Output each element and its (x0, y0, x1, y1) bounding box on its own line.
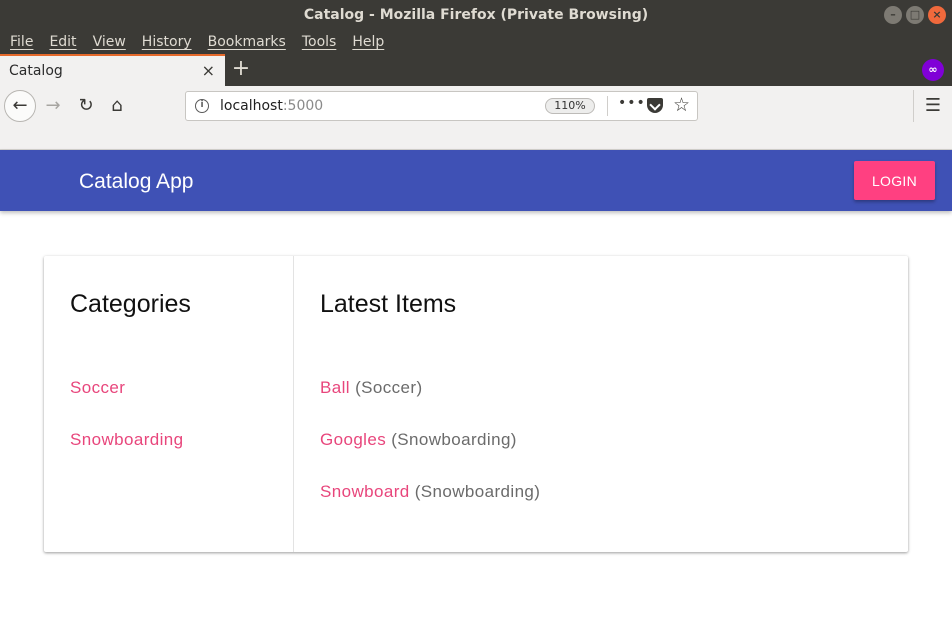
app-title[interactable]: Catalog App (79, 150, 193, 213)
list-item: Snowboard (Snowboarding) (320, 482, 540, 534)
maximize-button[interactable]: □ (906, 6, 924, 24)
page-actions-icon[interactable]: ••• (618, 95, 646, 111)
item-category: (Snowboarding) (391, 430, 517, 449)
private-browsing-icon: ∞ (922, 59, 944, 81)
url-bar[interactable]: i localhost:5000 110% ••• ☆ (185, 91, 698, 121)
minimize-button[interactable]: – (884, 6, 902, 24)
window-controls: – □ × (884, 6, 946, 24)
list-item: Ball (Soccer) (320, 378, 540, 430)
zoom-level-badge[interactable]: 110% (545, 98, 595, 114)
latest-items-list: Ball (Soccer) Googles (Snowboarding) Sno… (320, 378, 540, 534)
toolbar-divider (913, 90, 914, 122)
menu-help[interactable]: Help (344, 30, 392, 54)
categories-list: Soccer Snowboarding (70, 378, 184, 482)
categories-heading: Categories (70, 290, 191, 318)
menu-view[interactable]: View (85, 30, 134, 54)
navigation-toolbar: ← → ↻ ⌂ i localhost:5000 110% ••• ☆ ☰ (0, 86, 952, 150)
latest-items-heading: Latest Items (320, 290, 457, 318)
list-item: Googles (Snowboarding) (320, 430, 540, 482)
home-button[interactable]: ⌂ (102, 91, 132, 121)
item-link-googles[interactable]: Googles (320, 430, 386, 449)
menu-file[interactable]: File (2, 30, 41, 54)
url-port: :5000 (282, 98, 324, 114)
bookmark-star-icon[interactable]: ☆ (673, 93, 690, 117)
pocket-icon[interactable] (647, 98, 663, 113)
tab-strip: Catalog × + ∞ (0, 54, 952, 86)
item-link-ball[interactable]: Ball (320, 378, 350, 397)
urlbar-divider (607, 96, 608, 116)
window-title: Catalog - Mozilla Firefox (Private Brows… (303, 7, 649, 23)
menu-tools[interactable]: Tools (294, 30, 345, 54)
menu-history[interactable]: History (134, 30, 200, 54)
url-host: localhost (220, 98, 283, 114)
menu-bar: File Edit View History Bookmarks Tools H… (0, 30, 952, 54)
tab-catalog[interactable]: Catalog × (0, 54, 225, 86)
list-item: Soccer (70, 378, 184, 430)
tab-label: Catalog (9, 63, 63, 79)
login-button[interactable]: LOGIN (854, 161, 935, 200)
catalog-card: Categories Soccer Snowboarding Latest It… (44, 256, 908, 552)
hamburger-menu-icon[interactable]: ☰ (920, 91, 946, 121)
back-button[interactable]: ← (4, 90, 36, 122)
forward-button[interactable]: → (38, 91, 68, 121)
menu-edit[interactable]: Edit (41, 30, 84, 54)
latest-items-panel: Latest Items Ball (Soccer) Googles (Snow… (294, 256, 908, 552)
category-link-snowboarding[interactable]: Snowboarding (70, 430, 184, 449)
reload-button[interactable]: ↻ (71, 91, 101, 121)
app-header: Catalog App LOGIN (0, 150, 952, 211)
list-item: Snowboarding (70, 430, 184, 482)
window-titlebar: Catalog - Mozilla Firefox (Private Brows… (0, 0, 952, 30)
close-window-button[interactable]: × (928, 6, 946, 24)
site-info-icon[interactable]: i (195, 99, 209, 113)
new-tab-button[interactable]: + (229, 57, 253, 81)
menu-bookmarks[interactable]: Bookmarks (200, 30, 294, 54)
category-link-soccer[interactable]: Soccer (70, 378, 125, 397)
tab-close-icon[interactable]: × (202, 61, 215, 80)
item-category: (Soccer) (355, 378, 423, 397)
item-link-snowboard[interactable]: Snowboard (320, 482, 410, 501)
categories-panel: Categories Soccer Snowboarding (44, 256, 294, 552)
item-category: (Snowboarding) (414, 482, 541, 501)
